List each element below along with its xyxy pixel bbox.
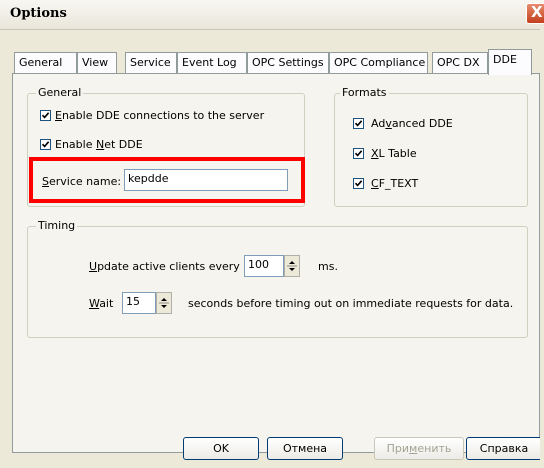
tab-label: View xyxy=(82,56,109,69)
tab-service[interactable]: Service xyxy=(125,52,177,73)
update-interval-input[interactable]: 100 xyxy=(244,255,284,277)
tab-label: OPC Compliance xyxy=(334,56,426,69)
service-name-input[interactable]: kepdde xyxy=(124,169,288,191)
checkmark-icon xyxy=(41,112,50,119)
close-icon: X xyxy=(531,3,543,21)
tab-view[interactable]: View xyxy=(77,52,117,73)
tab-opc-settings[interactable]: OPC Settings xyxy=(247,52,329,73)
formats-group-legend: Formats xyxy=(340,86,389,99)
tab-label: OPC Settings xyxy=(252,56,324,69)
window-edge xyxy=(540,29,544,468)
update-interval-spinner[interactable] xyxy=(284,255,300,277)
update-interval-unit: ms. xyxy=(318,260,338,273)
update-interval-label: Update active clients every xyxy=(89,260,240,273)
timing-group-legend: Timing xyxy=(36,219,78,232)
xl-table-checkbox[interactable] xyxy=(353,148,364,159)
enable-netdde-checkbox[interactable] xyxy=(40,139,51,150)
close-button[interactable]: X xyxy=(526,3,544,24)
checkmark-icon xyxy=(354,180,363,187)
wait-description: seconds before timing out on immediate r… xyxy=(188,297,514,310)
tab-general[interactable]: General xyxy=(14,52,77,73)
apply-button[interactable]: Применить xyxy=(374,437,464,460)
timing-group xyxy=(27,226,528,338)
spinner-arrows-icon xyxy=(159,298,169,308)
checkmark-icon xyxy=(354,120,363,127)
enable-dde-checkbox[interactable] xyxy=(40,110,51,121)
tab-label: OPC DX xyxy=(437,56,480,69)
cf-text-checkbox[interactable] xyxy=(353,178,364,189)
general-group-legend: General xyxy=(36,86,84,99)
tab-opc-dx[interactable]: OPC DX xyxy=(432,52,488,73)
spinner-arrows-icon xyxy=(287,261,297,271)
wait-input[interactable]: 15 xyxy=(122,292,156,314)
tab-event-log[interactable]: Event Log xyxy=(177,52,247,73)
options-dialog: Options X General View Service Event Log… xyxy=(0,0,544,468)
wait-label: Wait xyxy=(89,297,114,310)
help-button[interactable]: Справка xyxy=(466,437,542,460)
advanced-dde-checkbox[interactable] xyxy=(353,118,364,129)
cf-text-label[interactable]: CF_TEXT xyxy=(371,177,418,190)
tab-label: DDE xyxy=(493,53,517,66)
dialog-title: Options xyxy=(10,6,67,21)
tab-opc-compliance[interactable]: OPC Compliance xyxy=(329,52,428,73)
tab-label: Event Log xyxy=(182,56,237,69)
enable-netdde-label[interactable]: Enable Net DDE xyxy=(55,138,143,151)
service-name-label: Service name: xyxy=(42,175,122,188)
advanced-dde-label[interactable]: Advanced DDE xyxy=(371,117,453,130)
tab-label: General xyxy=(19,56,63,69)
enable-dde-label[interactable]: Enable DDE connections to the server xyxy=(55,109,264,122)
tab-dde[interactable]: DDE xyxy=(488,49,532,75)
ok-button[interactable]: OK xyxy=(183,437,259,460)
tab-label: Service xyxy=(130,56,171,69)
title-bar[interactable]: Options X xyxy=(0,0,544,30)
wait-spinner[interactable] xyxy=(156,292,172,314)
checkmark-icon xyxy=(41,141,50,148)
checkmark-icon xyxy=(354,150,363,157)
xl-table-label[interactable]: XL Table xyxy=(371,147,417,160)
cancel-button[interactable]: Отмена xyxy=(267,437,343,460)
